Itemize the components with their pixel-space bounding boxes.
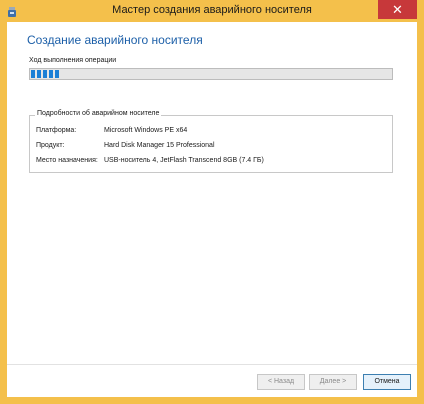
progress-label: Ход выполнения операции [29,57,117,64]
wizard-window: Мастер создания аварийного носителя ✕ Со… [0,0,424,404]
window-title: Мастер создания аварийного носителя [112,4,312,16]
detail-value: Microsoft Windows PE x64 [104,127,188,134]
detail-label: Платформа: [36,127,77,134]
back-button[interactable]: < Назад [257,374,305,390]
progress-bar [29,68,393,80]
detail-label: Место назначения: [36,157,98,164]
detail-value: USB-носитель 4, JetFlash Transcend 8GB (… [104,157,264,164]
title-bar: Мастер создания аварийного носителя ✕ [0,0,424,22]
cancel-button[interactable]: Отмена [363,374,411,390]
detail-value: Hard Disk Manager 15 Professional [104,142,215,149]
wizard-content: Создание аварийного носителя Ход выполне… [7,22,417,397]
detail-label: Продукт: [36,142,65,149]
close-icon: ✕ [392,2,403,17]
footer-separator [7,364,417,365]
progress-fill [31,70,60,78]
media-details-group: Подробности об аварийном носителе Платфо… [29,110,393,173]
details-legend: Подробности об аварийном носителе [35,110,162,117]
close-button[interactable]: ✕ [378,0,417,19]
next-button[interactable]: Далее > [309,374,357,390]
page-title: Создание аварийного носителя [27,33,203,47]
